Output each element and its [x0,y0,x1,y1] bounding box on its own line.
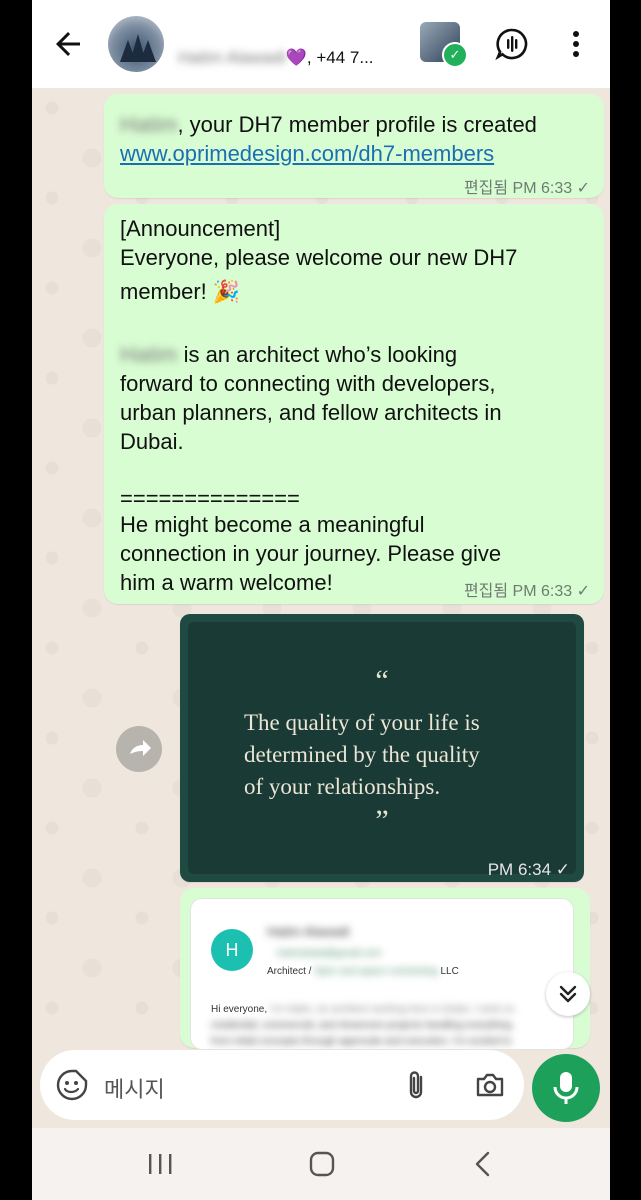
quote-line: of your relationships. [244,774,441,799]
member-name-redacted: Hatim [120,112,178,137]
message-line: forward to connecting with developers, [120,371,496,396]
message-line: him a warm welcome! [120,570,333,595]
more-vert-icon[interactable] [556,24,596,64]
phone-screen: Hatim Alawadi💜, +44 7... ✓ Hatim, your D… [32,0,610,1200]
message-line: member! 🎉 [120,279,241,304]
double-chevron-down-icon [559,985,577,1003]
home-icon[interactable] [304,1148,340,1180]
forward-button[interactable] [116,726,162,772]
message-bubble-profile[interactable]: Hatim, your DH7 member profile is create… [104,94,604,198]
message-line: Everyone, please welcome our new DH7 [120,245,518,270]
mic-button[interactable] [532,1054,600,1122]
message-meta: 편집됨 PM 6:33 ✓ [463,583,590,600]
quote-image[interactable]: “ The quality of your life is determined… [188,622,576,874]
message-line: urban planners, and fellow architects in [120,400,502,425]
chat-header: Hatim Alawadi💜, +44 7... ✓ [32,0,610,88]
message-meta: 편집됨 PM 6:33 ✓ [463,180,590,197]
system-nav-bar [32,1128,610,1200]
email-screenshot[interactable]: H Hatim Alawadi hatimdubai@gmail.com Arc… [190,898,574,1050]
voice-chat-icon[interactable] [492,24,532,64]
contact-name-redacted: Hatim Alawadi [178,48,286,67]
chat-title[interactable]: Hatim Alawadi💜, +44 7... [178,48,374,68]
email-company-redacted: Spec and space contracting [314,966,438,977]
message-composer[interactable]: 메시지 [40,1050,524,1120]
attach-icon[interactable] [398,1067,434,1103]
message-line: is an architect who’s looking [177,342,458,367]
message-line: [Announcement] [120,216,281,241]
verified-check-icon: ✓ [442,42,468,68]
back-arrow-icon[interactable] [50,26,86,62]
message-meta: PM 6:34 ✓ [487,860,570,879]
message-line: He might become a meaningful [120,512,425,537]
mic-icon [553,1072,579,1104]
message-input[interactable]: 메시지 [104,1072,165,1104]
email-sender-avatar: H [211,929,253,971]
email-company-suffix: LLC [437,966,459,977]
email-body-redacted: from initial concepts through approvals … [211,1036,512,1047]
message-bubble-email-image[interactable]: H Hatim Alawadi hatimdubai@gmail.com Arc… [180,888,590,1050]
message-line: connection in your journey. Please give [120,541,502,566]
profile-link[interactable]: www.oprimedesign.com/dh7-members [120,139,494,168]
forward-icon [130,740,151,756]
contact-suffix: 💜, +44 7... [285,48,374,67]
scroll-to-bottom-button[interactable] [546,972,590,1016]
group-avatar[interactable] [108,16,164,72]
back-nav-icon[interactable] [466,1148,502,1180]
quote-line: determined by the quality [244,742,480,767]
message-line: ============== [120,486,300,511]
sticker-icon[interactable] [54,1067,90,1103]
message-text: , your DH7 member profile is created [177,112,537,137]
chat-area[interactable]: Hatim, your DH7 member profile is create… [32,88,610,1050]
quote-open-mark: “ [375,664,389,697]
email-role: Architect / [267,966,315,977]
camera-icon[interactable] [472,1067,508,1103]
message-line: Dubai. [120,429,184,454]
quote-line: The quality of your life is [244,710,480,735]
message-bubble-announcement[interactable]: [Announcement] Everyone, please welcome … [104,204,604,604]
member-name-redacted: Hatim [120,342,178,367]
message-bubble-image[interactable]: “ The quality of your life is determined… [180,614,584,882]
quote-close-mark: ” [375,804,389,837]
recent-apps-icon[interactable] [142,1148,178,1180]
